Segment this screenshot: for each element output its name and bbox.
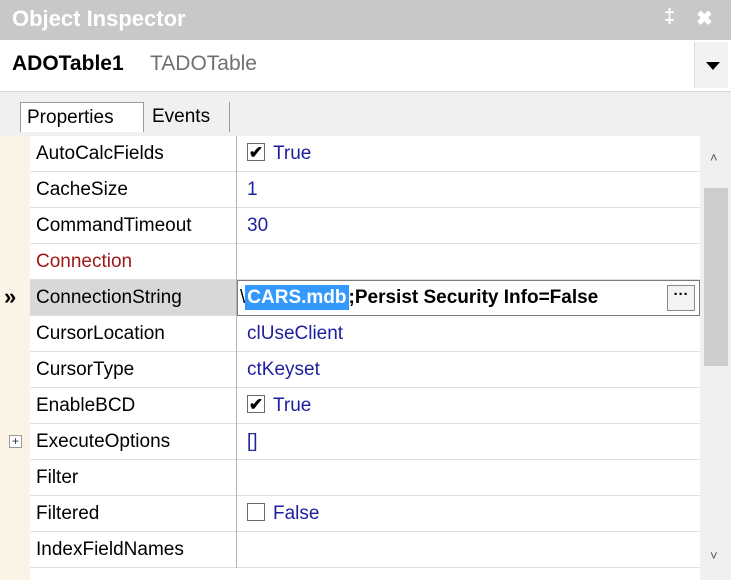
property-value[interactable]: ✔ True (237, 136, 700, 172)
property-value[interactable]: ctKeyset (237, 352, 700, 388)
expand-icon[interactable]: + (9, 435, 22, 448)
property-row[interactable]: Filter (0, 460, 700, 496)
property-value-text: clUseClient (247, 323, 344, 344)
property-row[interactable]: Connection (0, 244, 700, 280)
property-name: Filter (30, 460, 236, 496)
property-grid: AutoCalcFields ✔ True CacheSize 1 CommandTime… (0, 136, 731, 580)
checkbox[interactable]: ✔ (247, 394, 265, 413)
property-name: EnableBCD (30, 388, 236, 424)
vertical-scrollbar[interactable]: ˄ ˅ (700, 136, 731, 580)
selected-text: CARS.mdb (245, 285, 349, 310)
property-value-text: [] (247, 431, 258, 452)
property-row[interactable]: AutoCalcFields ✔ True (0, 136, 700, 172)
row-marker (0, 172, 30, 208)
row-marker (0, 496, 30, 532)
connection-string-editor[interactable]: \ CARS.mdb ;Persist Security Info=False ··· (237, 280, 700, 316)
property-name: CommandTimeout (30, 208, 236, 244)
property-name: CacheSize (30, 172, 236, 208)
property-value[interactable]: [] (237, 424, 700, 460)
property-value[interactable]: False (237, 496, 700, 532)
property-row[interactable]: CursorLocation clUseClient (0, 316, 700, 352)
property-name: ConnectionString (30, 280, 236, 316)
row-marker: » (0, 280, 30, 316)
scroll-up-icon[interactable]: ˄ (710, 150, 718, 165)
component-name: ADOTable1 (12, 52, 124, 75)
row-marker (0, 244, 30, 280)
property-name: Filtered (30, 496, 236, 532)
checkbox[interactable] (247, 502, 265, 521)
scroll-thumb[interactable] (704, 188, 728, 366)
property-value[interactable] (237, 460, 700, 496)
property-name: Connection (30, 244, 236, 280)
property-name: ExecuteOptions (30, 424, 236, 460)
row-marker (0, 208, 30, 244)
property-name: IndexFieldNames (30, 532, 236, 568)
title-bar: Object Inspector ‡ ✖ (0, 0, 731, 40)
property-row[interactable]: » ConnectionString \ CARS.mdb ;Persist Secur… (0, 280, 700, 316)
property-value-text: ctKeyset (247, 359, 320, 380)
selected-row-icon: » (4, 284, 17, 309)
object-inspector-window: Object Inspector ‡ ✖ ADOTable1 TADOTable… (0, 0, 731, 580)
property-rows: AutoCalcFields ✔ True CacheSize 1 CommandTime… (0, 136, 700, 580)
value-suffix: ;Persist Security Info=False (348, 287, 599, 308)
scroll-down-icon[interactable]: ˅ (710, 548, 718, 563)
property-row[interactable]: CursorType ctKeyset (0, 352, 700, 388)
close-icon[interactable]: ✖ (696, 6, 713, 31)
window-title: Object Inspector (12, 6, 186, 31)
property-value[interactable]: clUseClient (237, 316, 700, 352)
row-marker: + (0, 424, 30, 460)
property-value[interactable]: ✔ True (237, 388, 700, 424)
property-row[interactable]: CacheSize 1 (0, 172, 700, 208)
property-value-text: 1 (247, 179, 258, 200)
property-value-text: 30 (247, 215, 269, 236)
row-marker (0, 388, 30, 424)
property-value[interactable]: 1 (237, 172, 700, 208)
component-selector[interactable]: ADOTable1 TADOTable (0, 40, 731, 92)
row-marker (0, 532, 30, 568)
checkbox[interactable]: ✔ (247, 142, 265, 161)
tab-events[interactable]: Events (146, 102, 230, 132)
property-value[interactable] (237, 244, 700, 280)
property-row[interactable]: IndexFieldNames (0, 532, 700, 568)
property-row[interactable]: EnableBCD ✔ True (0, 388, 700, 424)
property-row[interactable]: CommandTimeout 30 (0, 208, 700, 244)
component-dropdown-button[interactable] (694, 42, 728, 88)
property-value-text: True (273, 395, 312, 416)
property-name: CursorType (30, 352, 236, 388)
property-value[interactable] (237, 532, 700, 568)
property-name: CursorLocation (30, 316, 236, 352)
row-marker (0, 352, 30, 388)
pin-icon[interactable]: ‡ (664, 6, 675, 29)
property-name: AutoCalcFields (30, 136, 236, 172)
ellipsis-button[interactable]: ··· (667, 285, 695, 311)
property-value-text: False (273, 503, 320, 524)
property-value[interactable]: 30 (237, 208, 700, 244)
property-row[interactable]: + ExecuteOptions [] (0, 424, 700, 460)
row-marker (0, 136, 30, 172)
tab-properties[interactable]: Properties (20, 102, 144, 132)
row-marker (0, 460, 30, 496)
tab-bar: Properties Events (0, 92, 731, 136)
chevron-down-icon (706, 62, 720, 70)
row-marker (0, 316, 30, 352)
property-row[interactable]: Filtered False (0, 496, 700, 532)
property-value-text: True (273, 143, 312, 164)
component-type: TADOTable (150, 52, 257, 75)
